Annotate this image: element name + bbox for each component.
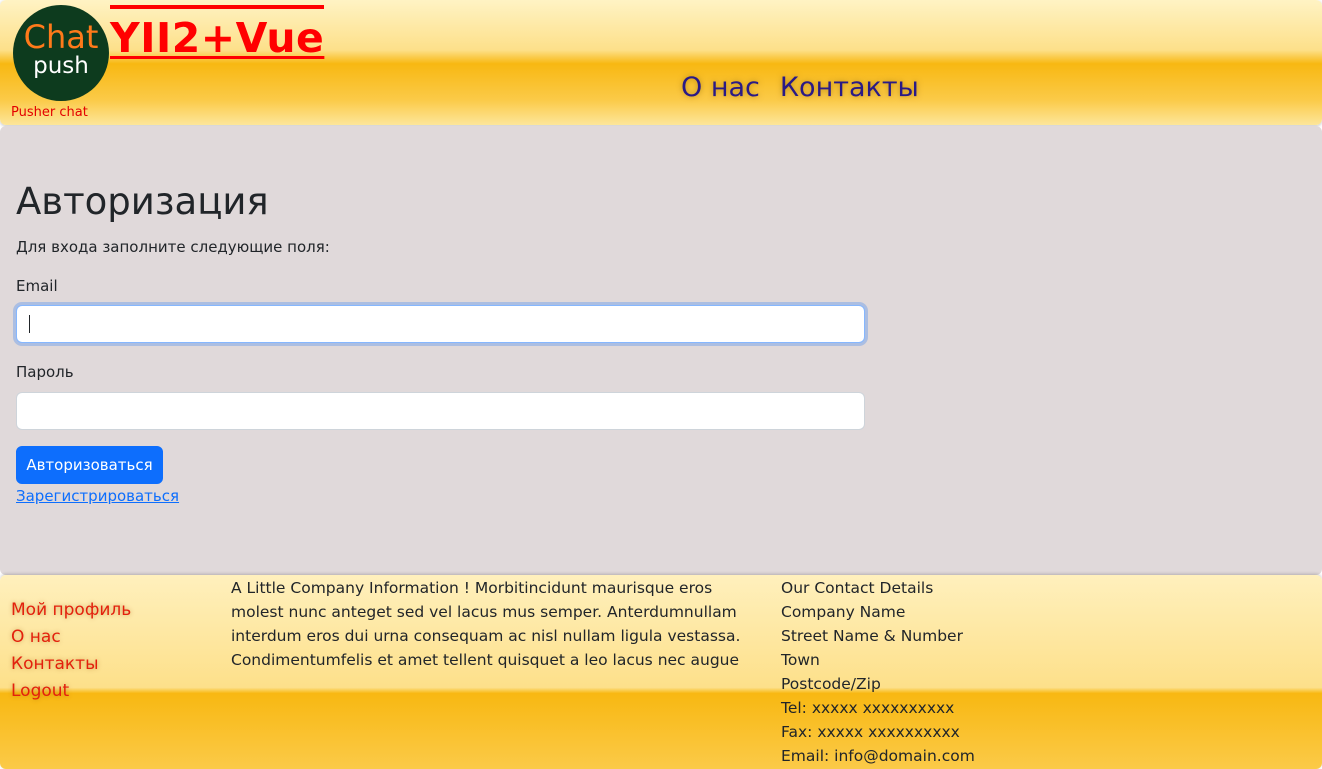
main-content: Авторизация Для входа заполните следующи… xyxy=(0,126,1322,575)
footer-link-logout[interactable]: Logout xyxy=(11,678,131,705)
company-info-text: A Little Company Information ! Morbitinc… xyxy=(231,579,741,669)
brand-subtitle: Pusher chat xyxy=(11,105,88,120)
text-cursor xyxy=(29,315,30,333)
footer-link-contacts[interactable]: Контакты xyxy=(11,651,131,678)
contact-fax: Fax: xxxxx xxxxxxxxxx xyxy=(781,723,960,741)
contact-street: Street Name & Number xyxy=(781,627,963,645)
site-header: Chat push YII2+Vue Pusher chat О нас Кон… xyxy=(0,0,1322,125)
login-intro-text: Для входа заполните следующие поля: xyxy=(16,238,330,256)
contact-details: Our Contact Details Company Name Street … xyxy=(781,576,975,768)
logo-push-text: push xyxy=(33,53,89,79)
chat-push-logo[interactable]: Chat push xyxy=(13,5,109,101)
contact-town: Town xyxy=(781,651,820,669)
page-title: Авторизация xyxy=(16,180,269,223)
contact-heading: Our Contact Details xyxy=(781,579,934,597)
nav-link-contacts[interactable]: Контакты xyxy=(780,70,919,106)
brand-title-link[interactable]: YII2+Vue xyxy=(110,5,325,65)
top-navigation: О нас Контакты xyxy=(681,70,919,106)
nav-link-about[interactable]: О нас xyxy=(681,70,760,106)
password-label: Пароль xyxy=(16,363,74,381)
footer-link-about[interactable]: О нас xyxy=(11,624,131,651)
email-label: Email xyxy=(16,277,58,295)
footer-link-profile[interactable]: Мой профиль xyxy=(11,597,131,624)
email-field[interactable] xyxy=(16,305,865,343)
register-link[interactable]: Зарегистрироваться xyxy=(16,486,179,506)
logo-chat-text: Chat xyxy=(23,18,99,56)
contact-tel: Tel: xxxxx xxxxxxxxxx xyxy=(781,699,955,717)
contact-postcode: Postcode/Zip xyxy=(781,675,881,693)
password-field[interactable] xyxy=(16,392,865,430)
site-footer: Мой профиль О нас Контакты Logout A Litt… xyxy=(0,575,1322,769)
contact-email: Email: info@domain.com xyxy=(781,747,975,765)
login-button[interactable]: Авторизоваться xyxy=(16,446,163,484)
contact-company: Company Name xyxy=(781,603,906,621)
footer-navigation: Мой профиль О нас Контакты Logout xyxy=(11,597,131,705)
